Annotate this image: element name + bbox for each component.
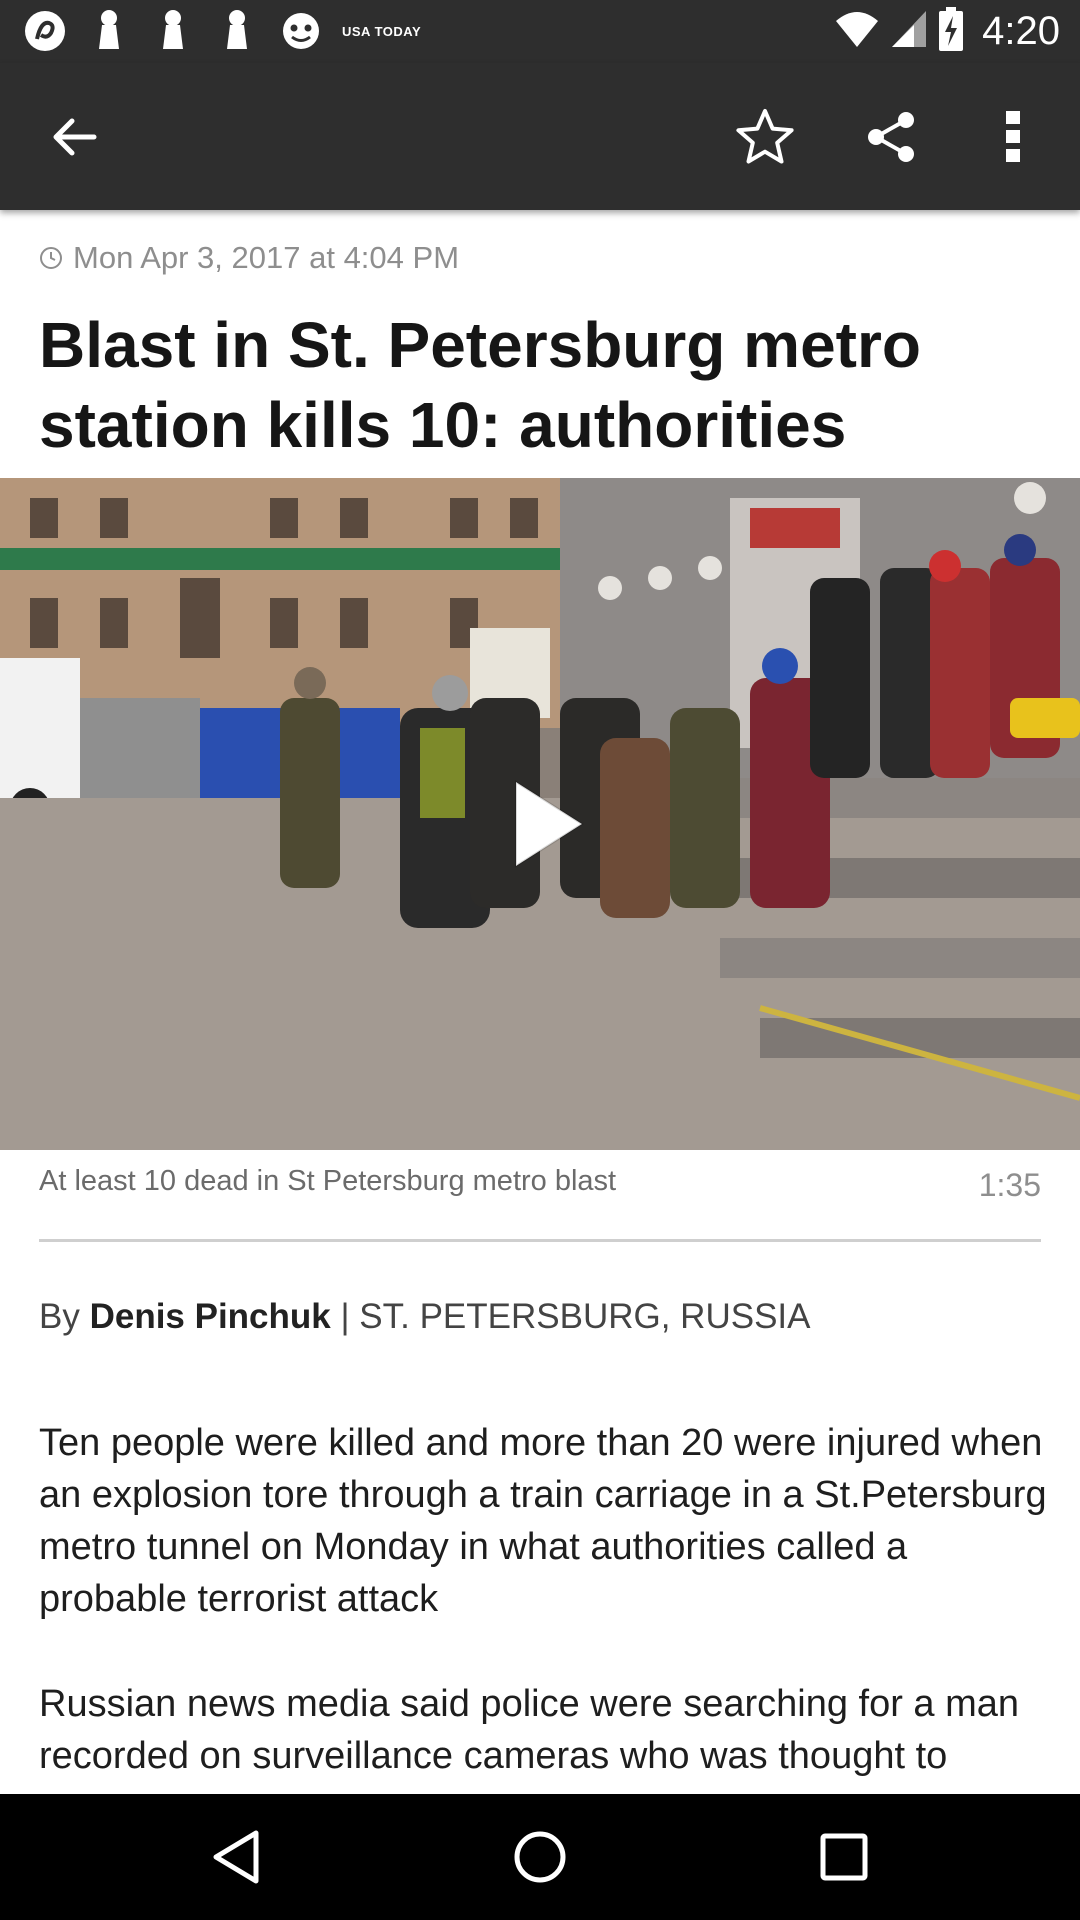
play-icon[interactable]: [500, 774, 590, 874]
video-duration: 1:35: [978, 1167, 1041, 1203]
video-player[interactable]: [0, 478, 1080, 1150]
nav-recents-button[interactable]: [804, 1817, 884, 1897]
article-paragraph: Russian news media said police were sear…: [39, 1683, 1020, 1777]
more-options-button[interactable]: [977, 101, 1049, 173]
back-arrow-icon: [53, 118, 97, 156]
status-bar: USA TODAY 4:20: [0, 0, 1080, 63]
status-time: 4:20: [982, 9, 1060, 53]
byline-location: | ST. PETERSBURG, RUSSIA: [330, 1297, 811, 1336]
article-content[interactable]: Mon Apr 3, 2017 at 4:04 PM Blast in St. …: [0, 210, 1080, 1794]
byline: By Denis Pinchuk | ST. PETERSBURG, RUSSI…: [39, 1297, 811, 1337]
article-paragraph: Ten people were killed and more than 20 …: [39, 1422, 1047, 1620]
bookmark-button[interactable]: [729, 101, 801, 173]
cell-signal-icon: [890, 9, 928, 54]
nav-home-icon: [514, 1831, 566, 1883]
video-caption-row: At least 10 dead in St Petersburg metro …: [39, 1165, 1041, 1245]
pin-icon: [150, 8, 196, 54]
app-notification-icon: [22, 8, 68, 54]
nav-back-icon: [213, 1830, 259, 1884]
more-vert-icon: [1006, 111, 1020, 162]
nav-home-button[interactable]: [500, 1817, 580, 1897]
byline-author: Denis Pinchuk: [89, 1297, 331, 1336]
divider: [39, 1239, 1041, 1242]
nav-recents-icon: [820, 1833, 868, 1881]
article-timestamp: Mon Apr 3, 2017 at 4:04 PM: [39, 240, 459, 276]
system-status: 4:20: [834, 0, 1060, 63]
share-button[interactable]: [855, 101, 927, 173]
wifi-icon: [834, 9, 880, 54]
back-button[interactable]: [38, 101, 110, 173]
navigation-bar: [0, 1794, 1080, 1920]
byline-prefix: By: [39, 1297, 90, 1336]
video-caption: At least 10 dead in St Petersburg metro …: [39, 1165, 617, 1197]
clock-icon: [40, 247, 62, 269]
face-notification-icon: [278, 8, 324, 54]
battery-charging-icon: [938, 7, 964, 56]
pin-icon: [214, 8, 260, 54]
share-icon: [868, 112, 914, 162]
notification-icons: USA TODAY: [22, 8, 421, 54]
usa-today-icon: USA TODAY: [342, 23, 422, 39]
timestamp-text: Mon Apr 3, 2017 at 4:04 PM: [73, 240, 460, 275]
pin-icon: [86, 8, 132, 54]
nav-back-button[interactable]: [196, 1817, 276, 1897]
article-headline: Blast in St. Petersburg metro station ki…: [39, 309, 921, 461]
star-outline-icon: [736, 109, 794, 164]
app-bar: [0, 63, 1080, 210]
